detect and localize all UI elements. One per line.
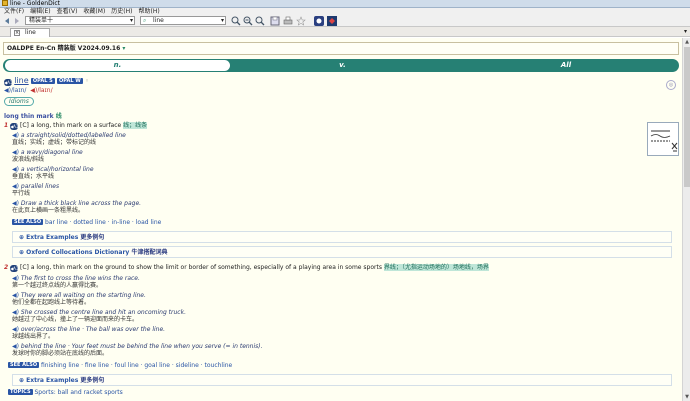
menu-edit[interactable]: 编辑(E) bbox=[30, 8, 50, 15]
us-pron: /laɪn/ bbox=[37, 87, 53, 94]
zoom-in-icon[interactable] bbox=[231, 16, 241, 26]
extra-examples-toggle[interactable]: ⊕ Extra Examples 更多例句 bbox=[12, 374, 672, 386]
chevron-down-icon: ▾ bbox=[129, 17, 133, 24]
pos-tabs: n. v. All bbox=[3, 59, 679, 72]
window-title: line - GoldenDict bbox=[10, 0, 61, 7]
example: ◀) They were all waiting on the starting… bbox=[12, 292, 146, 306]
speaker-icon[interactable]: ◀) bbox=[12, 149, 19, 156]
scroll-up-icon[interactable]: ▲ bbox=[684, 39, 690, 45]
opal-w-badge: OPAL W bbox=[57, 78, 83, 84]
speaker-icon[interactable]: ◀) bbox=[12, 166, 19, 173]
tab-noun[interactable]: n. bbox=[5, 60, 230, 71]
menu-favorites[interactable]: 收藏(M) bbox=[83, 8, 105, 15]
oxford-collocations-toggle[interactable]: ⊕ Oxford Collocations Dictionary 牛津搭配词典 bbox=[12, 246, 672, 258]
tab-bar: × line ▾ bbox=[0, 27, 690, 37]
scroll-thumb[interactable] bbox=[684, 47, 690, 187]
menu-help[interactable]: 帮助(H) bbox=[138, 8, 159, 15]
sense-1: 1 ◀A1 [C] a long, thin mark on a surface… bbox=[4, 122, 148, 130]
example: ◀) The first to cross the line wins the … bbox=[12, 275, 140, 289]
scan-icon[interactable] bbox=[314, 16, 324, 26]
settings-icon[interactable]: ◎ bbox=[666, 80, 676, 90]
tab-line[interactable]: × line bbox=[10, 28, 50, 37]
search-input[interactable]: ⌕ line ▾ bbox=[140, 16, 226, 25]
speaker-icon[interactable]: ◀A1 bbox=[4, 79, 12, 86]
speaker-icon[interactable]: ◀) bbox=[12, 309, 19, 316]
speaker-icon[interactable]: ◀) bbox=[12, 343, 19, 350]
pronounce-icon[interactable] bbox=[327, 16, 337, 26]
group-select[interactable]: 精装单十 ▾ bbox=[25, 16, 135, 25]
tab-verb[interactable]: v. bbox=[232, 60, 453, 71]
save-icon[interactable] bbox=[270, 16, 280, 26]
menu-file[interactable]: 文件(F) bbox=[4, 8, 24, 15]
menu-bar: 文件(F) 编辑(E) 查看(V) 收藏(M) 历史(H) 帮助(H) bbox=[0, 8, 690, 15]
uk-audio-icon[interactable]: ◀) bbox=[4, 87, 11, 94]
print-icon[interactable] bbox=[283, 16, 293, 26]
pronunciation: ◀)/laɪn/ ◀)/laɪn/ bbox=[4, 87, 53, 95]
see-also: SEE ALSO finishing line · fine line · fo… bbox=[8, 362, 233, 369]
title-bar: line - GoldenDict bbox=[0, 0, 690, 8]
zoom-reset-icon[interactable] bbox=[255, 16, 265, 26]
example: ◀) a vertical/horizontal line 垂直线；水平线 bbox=[12, 166, 94, 180]
example: ◀) over/across the line · The ball was o… bbox=[12, 326, 166, 340]
zoom-out-icon[interactable] bbox=[243, 16, 253, 26]
speaker-icon[interactable]: ◀) bbox=[12, 292, 19, 299]
speaker-icon[interactable]: ◀) bbox=[12, 183, 19, 190]
opal-s-badge: OPAL S bbox=[30, 78, 55, 84]
example: ◀) Draw a thick black line across the pa… bbox=[12, 200, 142, 214]
illustration-thumbnail[interactable] bbox=[647, 122, 679, 156]
tab-all[interactable]: All bbox=[455, 60, 677, 71]
uk-pron: /laɪn/ bbox=[10, 87, 27, 94]
info-icon[interactable]: ◦ bbox=[85, 77, 89, 85]
speaker-icon[interactable]: ◀) bbox=[12, 132, 19, 139]
menu-view[interactable]: 查看(V) bbox=[57, 8, 78, 15]
close-icon[interactable]: × bbox=[14, 30, 20, 36]
app-icon bbox=[2, 0, 8, 6]
extra-examples-toggle[interactable]: ⊕ Extra Examples 更多例句 bbox=[12, 231, 672, 243]
tab-list-icon[interactable]: ▾ bbox=[684, 28, 687, 35]
example: ◀) She crossed the centre line and hit a… bbox=[12, 309, 186, 323]
speaker-icon[interactable]: ◀) bbox=[12, 200, 19, 207]
headword-line: ◀A1 line OPAL S OPAL W ◦ bbox=[4, 76, 89, 86]
collocation-heading: long thin mark 线 bbox=[4, 113, 62, 120]
speaker-icon[interactable]: ◀A1 bbox=[10, 123, 18, 130]
headword[interactable]: line bbox=[14, 76, 28, 85]
see-also: SEE ALSO bar line · dotted line · in-lin… bbox=[12, 219, 162, 226]
collapse-icon[interactable]: ▾ bbox=[122, 45, 125, 52]
chevron-down-icon: ▾ bbox=[220, 17, 224, 24]
sense-2: 2 ◀A1 [C] a long, thin mark on the groun… bbox=[4, 264, 489, 272]
vertical-scrollbar[interactable]: ▲ ▼ bbox=[682, 38, 690, 401]
idioms-button[interactable]: Idioms bbox=[4, 97, 34, 106]
speaker-icon[interactable]: ◀A1 bbox=[10, 265, 18, 272]
favorite-icon[interactable] bbox=[296, 16, 306, 26]
search-icon: ⌕ bbox=[143, 17, 147, 24]
speaker-icon[interactable]: ◀) bbox=[12, 326, 19, 333]
dictionary-header[interactable]: OALDPE En-Cn 精装版 V2024.09.16 ▾ bbox=[3, 42, 679, 55]
toolbar: 精装单十 ▾ ⌕ line ▾ bbox=[0, 15, 690, 27]
back-icon[interactable] bbox=[2, 16, 12, 26]
forward-icon[interactable] bbox=[12, 16, 22, 26]
menu-history[interactable]: 历史(H) bbox=[111, 8, 132, 15]
example: ◀) a straight/solid/dotted/labelled line… bbox=[12, 132, 126, 146]
example: ◀) parallel lines 平行线 bbox=[12, 183, 60, 197]
speaker-icon[interactable]: ◀) bbox=[12, 275, 19, 282]
article-view: OALDPE En-Cn 精装版 V2024.09.16 ▾ n. v. All… bbox=[0, 38, 682, 401]
topics: TOPICS Sports: ball and racket sports bbox=[8, 389, 123, 396]
scroll-down-icon[interactable]: ▼ bbox=[684, 394, 690, 400]
example: ◀) behind the line · Your feet must be b… bbox=[12, 343, 263, 357]
example: ◀) a wavy/diagonal line 波浪线/斜线 bbox=[12, 149, 83, 163]
